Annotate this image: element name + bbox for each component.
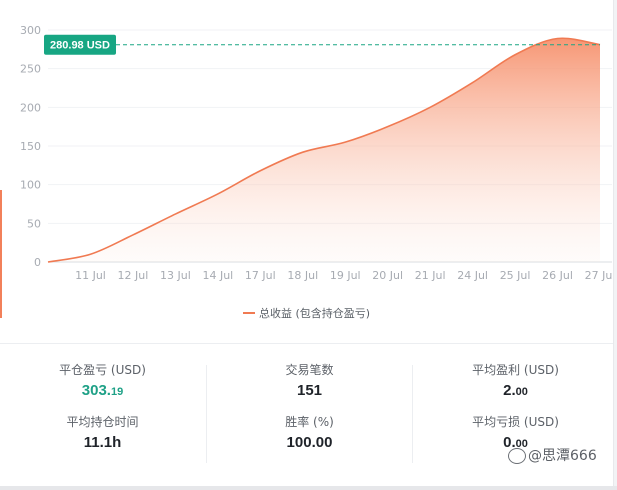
avg-loss-label: 平均亏损 (USD) <box>472 415 559 429</box>
pnl-card: 0 50 100 150 200 250 300 11 Jul 12 Jul 13 Jul 14 … <box>0 0 614 490</box>
y-tick-label: 250 <box>20 63 41 76</box>
x-tick-label: 26 Jul <box>542 269 573 282</box>
x-tick-label: 12 Jul <box>118 269 149 282</box>
x-tick-label: 14 Jul <box>202 269 233 282</box>
x-tick-label: 17 Jul <box>245 269 276 282</box>
chart-legend[interactable]: 总收益 (包含持仓盈亏) <box>0 305 613 321</box>
x-tick-label: 11 Jul <box>75 269 106 282</box>
trade-count-value: 151 <box>296 382 323 399</box>
reference-badge: 280.98 USD <box>44 34 116 55</box>
reference-label: 280.98 USD <box>50 40 110 52</box>
stats-column-1: 平仓盈亏 (USD) 303.19 平均持仓时间 11.1h <box>0 360 205 464</box>
stats-divider <box>0 343 613 344</box>
x-tick-label: 18 Jul <box>287 269 318 282</box>
avg-profit-label: 平均盈利 (USD) <box>472 363 559 377</box>
closed-pnl-label: 平仓盈亏 (USD) <box>59 363 146 377</box>
x-tick-label: 21 Jul <box>415 269 446 282</box>
x-tick-label: 25 Jul <box>500 269 531 282</box>
x-tick-label: 24 Jul <box>457 269 488 282</box>
stats-column-2: 交易笔数 151 胜率 (%) 100.00 <box>207 360 412 464</box>
legend-line-icon <box>242 312 255 314</box>
win-rate-label: 胜率 (%) <box>285 415 334 429</box>
pnl-chart: 0 50 100 150 200 250 300 11 Jul 12 Jul 13 Jul 14 … <box>20 24 613 282</box>
avg-hold-time-label: 平均持仓时间 <box>66 415 139 429</box>
y-tick-label: 300 <box>20 24 41 37</box>
y-tick-label: 50 <box>27 217 41 230</box>
y-tick-label: 200 <box>20 101 41 114</box>
series-area <box>48 38 600 263</box>
closed-pnl-value: 303.19 <box>81 382 124 399</box>
watermark: @思潭666 <box>508 445 597 465</box>
weibo-icon <box>508 448 526 464</box>
y-tick-label: 150 <box>20 140 41 153</box>
bottom-bar <box>0 486 617 490</box>
trade-count-label: 交易笔数 <box>285 363 334 377</box>
x-tick-label: 27 Jul <box>585 269 613 282</box>
avg-profit-value: 2.00 <box>503 382 528 399</box>
win-rate-value: 100.00 <box>286 434 333 451</box>
avg-hold-time-value: 11.1h <box>83 434 122 451</box>
x-tick-label: 19 Jul <box>330 269 361 282</box>
legend-label: 总收益 (包含持仓盈亏) <box>258 307 371 320</box>
x-tick-label: 20 Jul <box>372 269 403 282</box>
y-tick-label: 0 <box>34 256 41 269</box>
x-tick-label: 13 Jul <box>160 269 191 282</box>
y-tick-label: 100 <box>20 179 41 192</box>
